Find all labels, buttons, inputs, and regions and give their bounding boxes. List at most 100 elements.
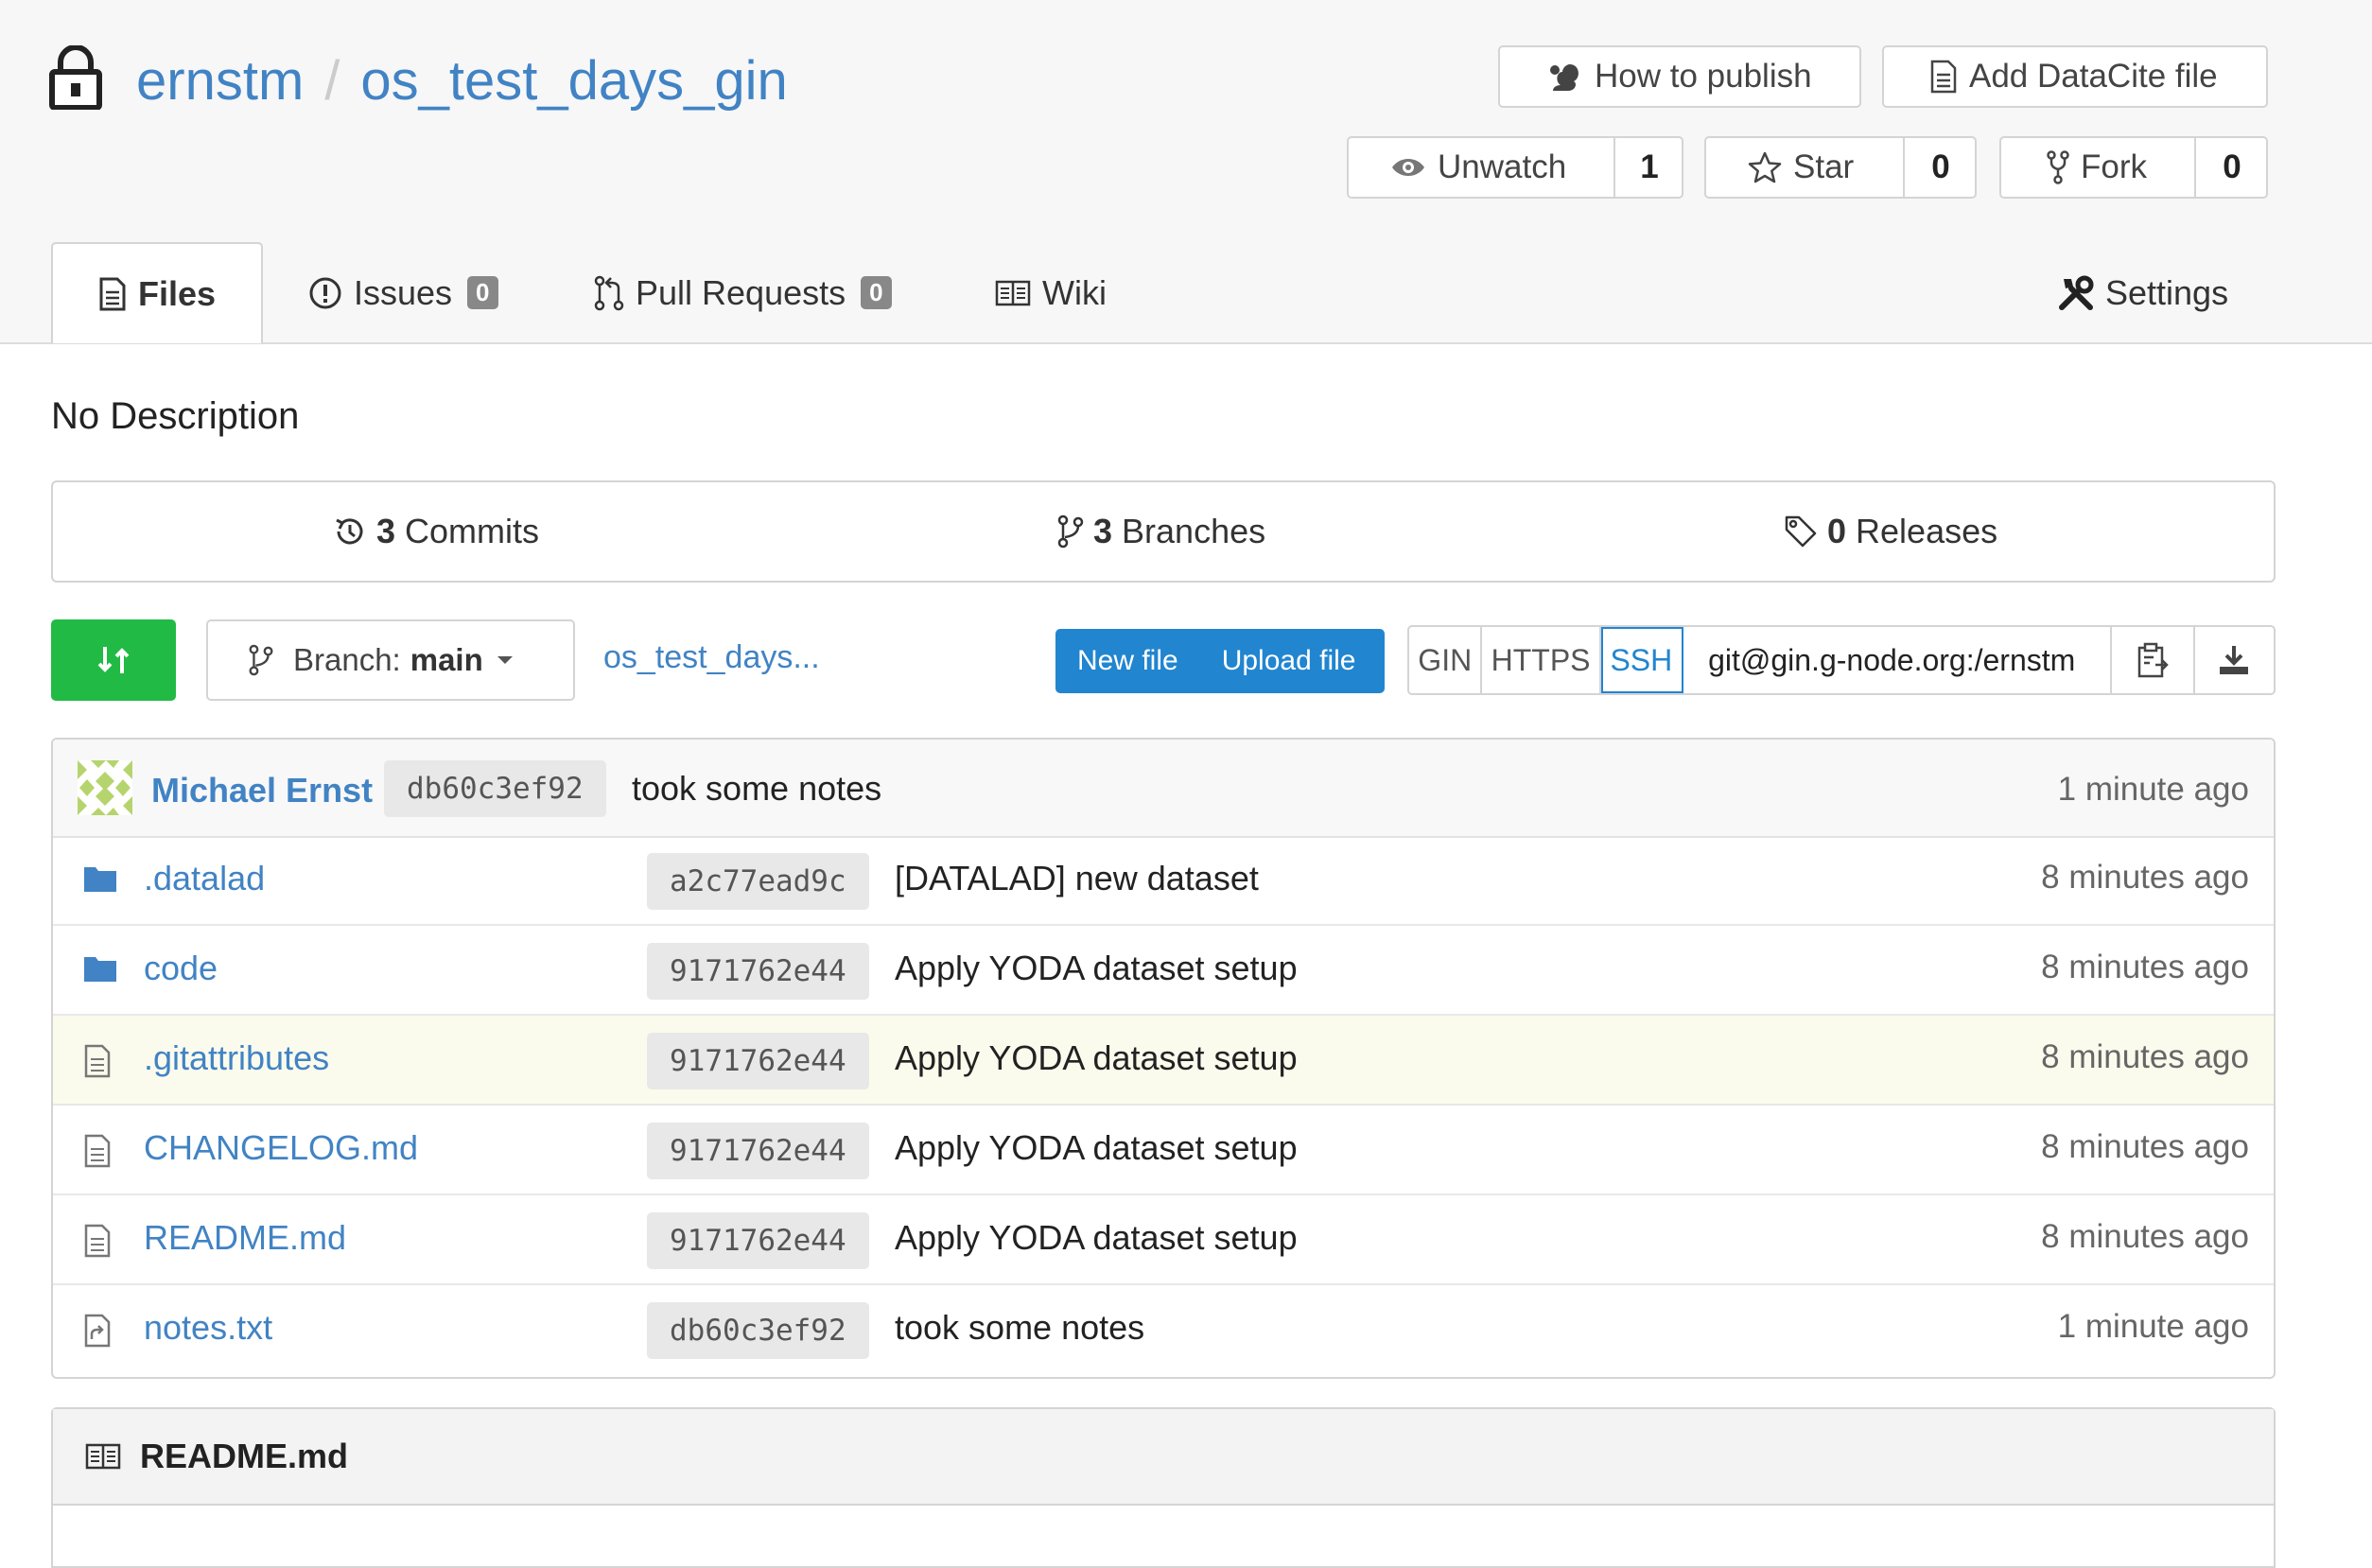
file-name-link[interactable]: .datalad (144, 859, 265, 898)
latest-commit-time: 1 minute ago (2057, 771, 2249, 808)
commit-author-link[interactable]: Michael Ernst (151, 771, 373, 810)
repo-title: ernstm / os_test_days_gin (136, 49, 788, 113)
pulls-count-badge: 0 (861, 276, 892, 309)
unwatch-button[interactable]: Unwatch 1 (1347, 136, 1683, 199)
latest-commit-message[interactable]: took some notes (632, 769, 881, 809)
file-commit-sha[interactable]: 9171762e44 (647, 943, 869, 1000)
tab-files[interactable]: Files (51, 242, 263, 343)
releases-label: Releases (1856, 512, 1998, 550)
star-button[interactable]: Star 0 (1704, 136, 1977, 199)
file-commit-message[interactable]: [DATALAD] new dataset (895, 859, 1259, 898)
file-text-icon (99, 277, 126, 310)
clone-gin-button[interactable]: GIN (1409, 627, 1483, 693)
latest-commit-sha[interactable]: db60c3ef92 (384, 760, 606, 817)
file-name-link[interactable]: code (144, 949, 218, 988)
table-row: CHANGELOG.md 9171762e44 Apply YODA datas… (53, 1106, 2274, 1195)
releases-count: 0 (1827, 512, 1847, 550)
star-label: Star (1793, 148, 1855, 185)
tab-issues[interactable]: Issues 0 (308, 242, 498, 343)
fork-count[interactable]: 0 (2194, 138, 2268, 197)
file-name-link[interactable]: notes.txt (144, 1308, 272, 1348)
how-to-publish-button[interactable]: How to publish (1498, 45, 1861, 108)
table-row: .datalad a2c77ead9c [DATALAD] new datase… (53, 836, 2274, 926)
latest-commit-row: Michael Ernst db60c3ef92 took some notes… (53, 740, 2274, 838)
file-commit-time: 8 minutes ago (2041, 1218, 2249, 1255)
repo-owner-link[interactable]: ernstm (136, 50, 304, 112)
clipboard-icon (2137, 642, 2169, 678)
git-compare-icon (97, 647, 130, 673)
branch-label: Branch: (293, 642, 401, 677)
file-text-icon (84, 1044, 111, 1078)
unwatch-label: Unwatch (1438, 148, 1567, 185)
new-file-button[interactable]: New file (1055, 645, 1200, 677)
clone-ssh-button[interactable]: SSH (1600, 627, 1684, 693)
file-commit-sha[interactable]: 9171762e44 (647, 1033, 869, 1089)
book-icon (85, 1443, 121, 1470)
history-icon (336, 518, 363, 545)
file-name-link[interactable]: .gitattributes (144, 1038, 329, 1078)
branch-dropdown[interactable]: Branch: main (206, 619, 575, 701)
file-name-link[interactable]: CHANGELOG.md (144, 1128, 418, 1168)
releases-stat[interactable]: 0 Releases (1784, 482, 1997, 581)
download-button[interactable] (2195, 627, 2274, 693)
file-name-link[interactable]: README.md (144, 1218, 346, 1258)
identicon-avatar (78, 760, 132, 815)
lock-icon (49, 44, 102, 114)
fork-icon (2047, 150, 2069, 184)
file-icon (1930, 60, 1957, 94)
file-commit-message[interactable]: took some notes (895, 1308, 1144, 1348)
clone-url-input[interactable]: git@gin.g-node.org:/ernstm (1683, 627, 2113, 693)
branches-stat[interactable]: 3 Branches (1057, 482, 1265, 581)
download-icon (2220, 646, 2249, 674)
file-commit-time: 1 minute ago (2057, 1308, 2249, 1345)
fork-button[interactable]: Fork 0 (1999, 136, 2268, 199)
avatar[interactable] (78, 760, 132, 820)
copy-url-button[interactable] (2112, 627, 2195, 693)
file-commit-time: 8 minutes ago (2041, 949, 2249, 985)
readme-panel: README.md (51, 1407, 2276, 1568)
repo-stats-bar: 3 Commits 3 Branches 0 Releases (51, 480, 2276, 583)
watch-count[interactable]: 1 (1613, 138, 1683, 197)
add-datacite-button[interactable]: Add DataCite file (1882, 45, 2268, 108)
tab-settings[interactable]: Settings (2058, 242, 2228, 343)
clone-url-group: GIN HTTPS SSH git@gin.g-node.org:/ernstm (1407, 625, 2276, 695)
file-commit-time: 8 minutes ago (2041, 1038, 2249, 1075)
branches-label: Branches (1122, 512, 1266, 550)
star-count[interactable]: 0 (1903, 138, 1977, 197)
file-commit-sha[interactable]: db60c3ef92 (647, 1302, 869, 1359)
file-list-table: Michael Ernst db60c3ef92 took some notes… (51, 738, 2276, 1379)
file-commit-time: 8 minutes ago (2041, 1128, 2249, 1165)
tab-issues-label: Issues (354, 272, 453, 312)
file-commit-message[interactable]: Apply YODA dataset setup (895, 1038, 1298, 1078)
compare-button[interactable] (51, 619, 176, 701)
file-text-icon (84, 1134, 111, 1168)
file-commit-time: 8 minutes ago (2041, 859, 2249, 896)
file-commit-sha[interactable]: 9171762e44 (647, 1212, 869, 1269)
star-icon (1748, 151, 1782, 183)
squirrel-icon (1550, 64, 1578, 91)
repo-name-link[interactable]: os_test_days_gin (360, 50, 787, 112)
folder-icon (84, 867, 116, 892)
clone-https-button[interactable]: HTTPS (1482, 627, 1601, 693)
file-commit-sha[interactable]: 9171762e44 (647, 1123, 869, 1179)
eye-icon (1392, 159, 1424, 176)
file-text-icon (84, 1224, 111, 1258)
file-commit-sha[interactable]: a2c77ead9c (647, 853, 869, 910)
add-datacite-label: Add DataCite file (1969, 58, 2218, 95)
commits-stat[interactable]: 3 Commits (333, 482, 539, 581)
book-icon (995, 280, 1031, 305)
tab-pull-requests[interactable]: Pull Requests 0 (594, 242, 892, 343)
file-commit-message[interactable]: Apply YODA dataset setup (895, 949, 1298, 988)
commits-count: 3 (376, 512, 396, 550)
file-actions-group: New file Upload file (1055, 629, 1385, 693)
upload-file-button[interactable]: Upload file (1200, 645, 1378, 677)
file-symlink-icon (84, 1314, 111, 1348)
tree-path-link[interactable]: os_test_days... (603, 639, 820, 676)
tab-wiki[interactable]: Wiki (995, 242, 1107, 343)
file-commit-message[interactable]: Apply YODA dataset setup (895, 1128, 1298, 1168)
file-commit-message[interactable]: Apply YODA dataset setup (895, 1218, 1298, 1258)
tab-wiki-label: Wiki (1042, 272, 1107, 312)
branch-value: main (410, 642, 483, 677)
tab-files-label: Files (137, 273, 217, 313)
repo-description: No Description (51, 395, 300, 437)
